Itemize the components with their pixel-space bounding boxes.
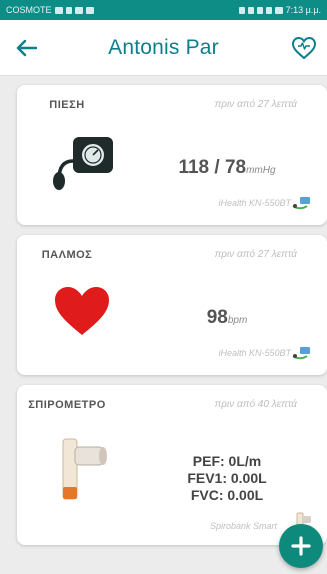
favorite-button[interactable] [289,33,319,63]
blood-pressure-reading: 118 / 78mmHg [147,157,307,179]
clock: 7:13 μ.μ. [285,5,321,15]
wifi-icon [65,6,72,14]
back-button[interactable] [12,34,40,62]
pulse-value: 98 [206,307,228,328]
signal-icon [54,6,63,14]
battery-icon [274,6,283,14]
blood-pressure-value: 118 / 78 [178,157,247,178]
fvc-value: FVC: 0.00L [190,487,264,503]
image-notification-icon [74,6,83,14]
pulse-reading: 98bpm [147,307,307,329]
alarm-icon [247,6,254,14]
add-measurement-button[interactable] [279,524,323,568]
carrier-label: COSMOTE [6,5,52,15]
eye-icon [238,6,245,14]
spirometer-icon [62,438,107,500]
arrow-left-icon [16,39,37,57]
vibrate-icon [265,6,272,14]
spirometer-card[interactable]: ΣΠΙΡΟΜΕΤΡΟ πριν από 40 λεπτά PEF: 0L/m F… [17,385,327,545]
device-name: iHealth KN-550BT [218,348,291,358]
blood-pressure-monitor-icon [53,137,113,190]
bluetooth-device-icon [292,197,310,210]
card-title: ΠΑΛΜΟΣ [41,249,93,261]
status-bar: COSMOTE 7:13 μ.μ. [0,0,327,20]
card-timestamp: πριν από 27 λεπτά [214,99,297,110]
plus-icon [291,536,311,556]
pef-value: PEF: 0L/m [192,453,262,469]
blood-pressure-unit: mmHg [246,165,276,176]
card-title: ΠΙΕΣΗ [49,99,85,111]
device-name: Spirobank Smart [209,521,277,531]
fev1-value: FEV1: 0.00L [187,470,267,486]
pulse-card[interactable]: ΠΑΛΜΟΣ πριν από 27 λεπτά 98bpm iHealth K… [17,235,327,375]
device-name: iHealth KN-550BT [218,198,291,208]
page-title: Antonis Par [108,35,219,59]
spirometer-readings: PEF: 0L/m FEV1: 0.00L FVC: 0.00L [147,453,307,504]
pulse-unit: bpm [227,315,248,326]
bluetooth-device-icon [292,347,310,360]
heart-outline-icon [291,36,317,60]
blood-pressure-card[interactable]: ΠΙΕΣΗ πριν από 27 λεπτά 118 / 78mmHg iHe… [17,85,327,225]
app-bar: Antonis Par [0,20,327,76]
card-title: ΣΠΙΡΟΜΕΤΡΟ [28,399,106,411]
card-timestamp: πριν από 40 λεπτά [214,399,297,410]
bluetooth-icon [256,6,263,14]
heart-icon [55,287,109,335]
message-notification-icon [85,6,94,14]
card-timestamp: πριν από 27 λεπτά [214,249,297,260]
